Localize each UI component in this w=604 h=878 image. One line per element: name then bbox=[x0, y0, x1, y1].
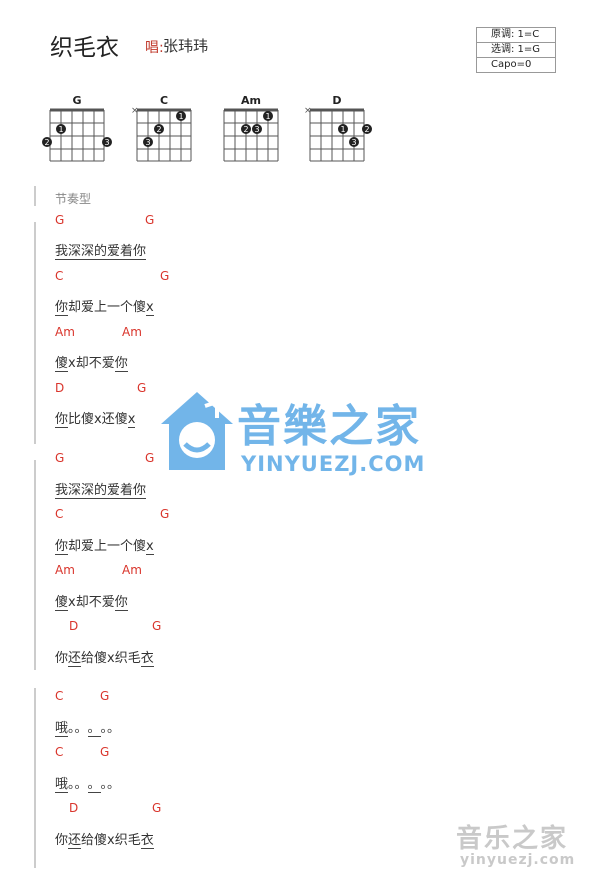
singer-prefix: 唱: bbox=[145, 40, 164, 56]
lyric-line: 傻x却不爱你 bbox=[55, 352, 128, 372]
chord-name: Am bbox=[241, 94, 261, 107]
chord-symbol: D bbox=[55, 381, 65, 395]
watermark-text-cn: 音樂之家 bbox=[237, 401, 421, 452]
chord-symbol: G bbox=[160, 269, 170, 283]
chord-name: D bbox=[332, 94, 342, 107]
chord-name: G bbox=[72, 94, 82, 107]
lyric-line: 你却爱上一个傻x bbox=[55, 535, 154, 555]
lyric-line: 你还给傻x织毛衣 bbox=[55, 829, 154, 849]
svg-text:3: 3 bbox=[104, 138, 109, 147]
watermark-corner-en: yinyuezj.com bbox=[460, 852, 576, 868]
chord-grid: 1 2 3 bbox=[223, 108, 279, 162]
chord-diagram-g: G 1 2 3 bbox=[42, 94, 112, 166]
lyric-line: 我深深的爱着你 bbox=[55, 240, 147, 260]
song-title: 织毛衣 bbox=[50, 35, 119, 61]
svg-text:3: 3 bbox=[254, 125, 259, 134]
chord-symbol: C bbox=[55, 689, 64, 703]
watermark-corner-cn: 音乐之家 bbox=[456, 824, 569, 854]
chord-symbol: Am bbox=[55, 563, 75, 577]
svg-text:2: 2 bbox=[156, 125, 161, 134]
selected-key: 选调: 1=G bbox=[477, 43, 555, 58]
singer-name: 张玮玮 bbox=[163, 37, 209, 55]
chord-symbol: C bbox=[55, 507, 64, 521]
watermark-corner: 音乐之家 yinyuezj.com bbox=[452, 818, 602, 878]
svg-text:1: 1 bbox=[340, 125, 345, 134]
lyric-line: 傻x却不爱你 bbox=[55, 591, 128, 611]
watermark-logo: 音樂之家 YINYUEZJ.COM bbox=[157, 388, 477, 488]
chord-grid: × 1 2 3 bbox=[131, 107, 192, 162]
house-music-icon bbox=[161, 392, 233, 470]
capo-value: Capo=0 bbox=[491, 59, 532, 70]
watermark-text-en: YINYUEZJ.COM bbox=[241, 452, 426, 476]
chord-symbol: Am bbox=[122, 325, 142, 339]
chord-symbol: D bbox=[69, 619, 79, 633]
chord-name: C bbox=[159, 94, 169, 107]
svg-text:3: 3 bbox=[351, 138, 356, 147]
svg-text:1: 1 bbox=[265, 112, 270, 121]
chord-symbol: D bbox=[69, 801, 79, 815]
key-info-box: 原调: 1=C 选调: 1=G Capo=0 bbox=[476, 27, 556, 73]
lyric-line: 你比傻x还傻x bbox=[55, 408, 136, 428]
chord-symbol: G bbox=[55, 213, 65, 227]
verse-bar-2 bbox=[34, 460, 36, 670]
chord-symbol: C bbox=[55, 745, 64, 759]
lyric-line: 你还给傻x织毛衣 bbox=[55, 647, 154, 667]
svg-text:2: 2 bbox=[243, 125, 248, 134]
rhythm-label: 节奏型 bbox=[55, 192, 92, 206]
chord-symbol: G bbox=[145, 213, 155, 227]
chord-diagram-c: C × 1 2 3 bbox=[129, 94, 199, 166]
svg-text:2: 2 bbox=[364, 125, 369, 134]
chord-symbol: G bbox=[55, 451, 65, 465]
chord-symbol: C bbox=[55, 269, 64, 283]
chord-symbol: Am bbox=[122, 563, 142, 577]
rhythm-bar bbox=[34, 186, 36, 206]
chord-diagram-am: Am 1 2 3 bbox=[216, 94, 286, 166]
chord-grid: × 1 2 3 bbox=[304, 107, 372, 162]
chord-symbol: G bbox=[152, 801, 162, 815]
lyric-line: 哦。。。。。 bbox=[55, 773, 120, 793]
chord-diagram-d: D × 1 2 3 bbox=[302, 94, 372, 166]
lyric-line: 哦。。。。。 bbox=[55, 717, 120, 737]
chord-symbol: Am bbox=[55, 325, 75, 339]
verse-bar-1 bbox=[34, 222, 36, 444]
verse-bar-3 bbox=[34, 688, 36, 868]
svg-text:2: 2 bbox=[44, 138, 49, 147]
lyric-line: 你却爱上一个傻x bbox=[55, 296, 154, 316]
svg-text:3: 3 bbox=[145, 138, 150, 147]
svg-text:1: 1 bbox=[58, 125, 63, 134]
original-key: 原调: 1=C bbox=[477, 28, 555, 43]
chord-symbol: G bbox=[152, 619, 162, 633]
lyric-line: 我深深的爱着你 bbox=[55, 479, 147, 499]
chord-symbol: G bbox=[137, 381, 147, 395]
svg-text:1: 1 bbox=[178, 112, 183, 121]
chord-symbol: G bbox=[100, 689, 110, 703]
chord-symbol: G bbox=[160, 507, 170, 521]
chord-symbol: G bbox=[100, 745, 110, 759]
chord-symbol: G bbox=[145, 451, 155, 465]
chord-grid: 1 2 3 bbox=[42, 108, 112, 162]
